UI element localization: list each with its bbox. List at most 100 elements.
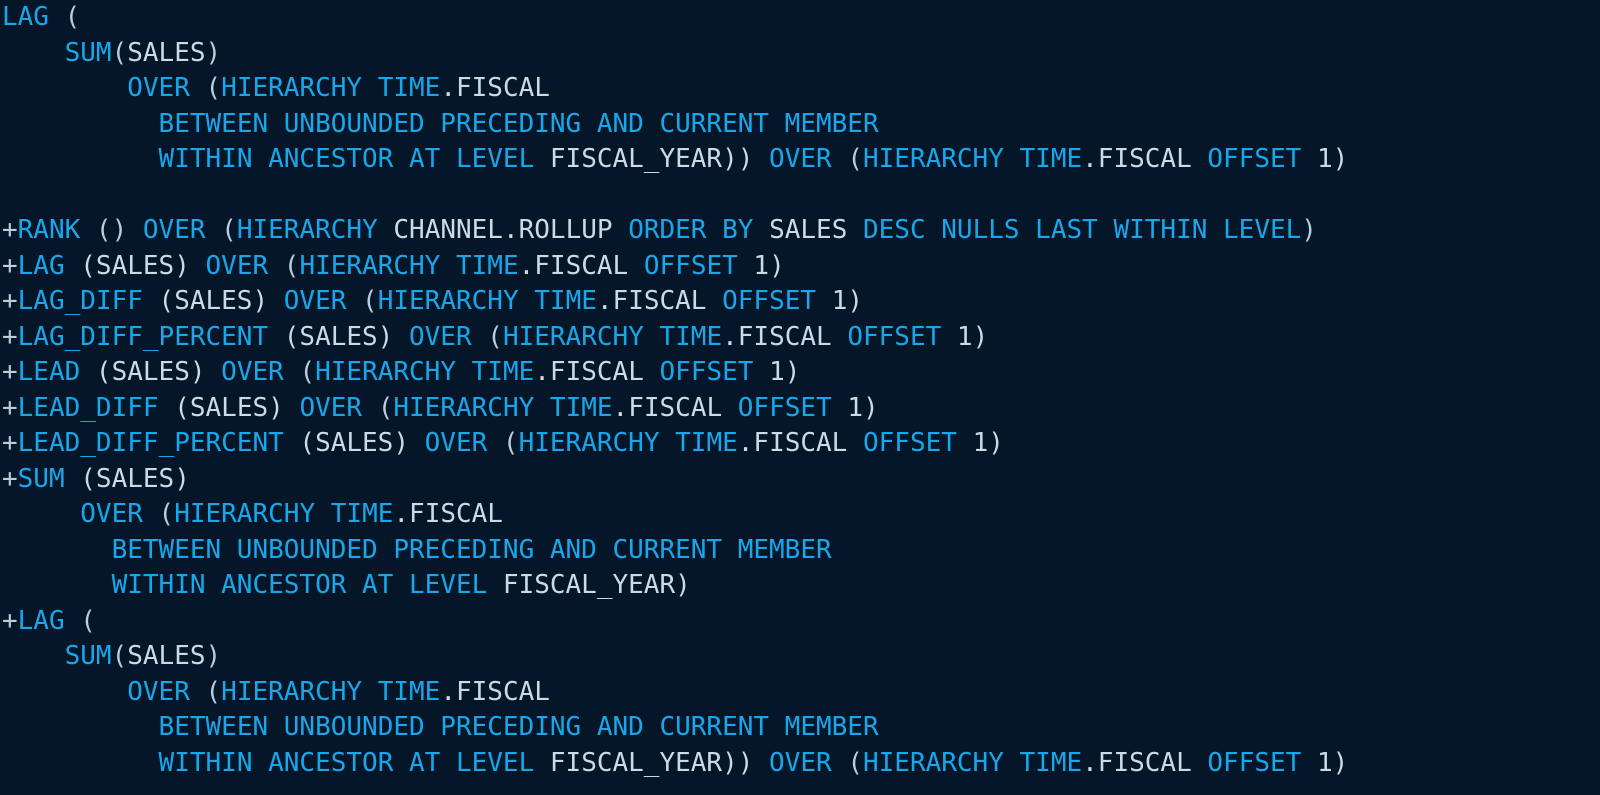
code-token-identifier: .FISCAL [440, 676, 550, 707]
code-token-keyword: OFFSET [643, 250, 738, 281]
code-line[interactable]: WITHIN ANCESTOR AT LEVEL FISCAL_YEAR)) O… [0, 746, 1600, 782]
code-token-identifier: .FISCAL [596, 286, 707, 316]
code-token-keyword: HIERARCHY [377, 286, 519, 316]
code-token-keyword: OVER [127, 73, 190, 103]
code-token-punctuation [2, 570, 112, 600]
code-token-punctuation: ( [346, 286, 378, 316]
code-token-keyword: OVER [80, 499, 143, 529]
code-token-punctuation [706, 286, 722, 316]
code-token-punctuation [440, 251, 456, 281]
code-token-plus-marker: + [2, 605, 18, 636]
code-token-keyword: HIERARCHY [221, 676, 363, 707]
code-line[interactable]: +RANK () OVER (HIERARCHY CHANNEL.ROLLUP … [0, 213, 1600, 249]
code-token-identifier: .FISCAL [1082, 747, 1192, 778]
code-line[interactable]: OVER (HIERARCHY TIME.FISCAL [0, 71, 1600, 107]
code-token-keyword: SUM [17, 463, 65, 494]
code-token-keyword: LAG_DIFF [17, 286, 143, 316]
code-token-punctuation [519, 286, 535, 316]
code-token-keyword: TIME [330, 499, 394, 529]
code-token-punctuation [1004, 144, 1020, 174]
code-token-keyword: HIERARCHY [299, 250, 441, 281]
code-token-punctuation: ( [205, 215, 237, 245]
code-token-punctuation [534, 393, 550, 423]
code-token-identifier: (SALES) [64, 250, 206, 281]
code-token-identifier: (SALES) [142, 286, 284, 316]
code-token-keyword: RANK [17, 215, 81, 245]
code-token-identifier: .FISCAL [612, 392, 723, 423]
code-token-plus-marker: + [2, 250, 18, 281]
code-token-punctuation: ( [471, 321, 503, 352]
code-token-keyword: OFFSET [737, 392, 832, 423]
code-line[interactable]: LAG ( [0, 0, 1600, 36]
code-token-punctuation: ( [283, 357, 316, 387]
code-token-keyword: TIME [534, 286, 597, 316]
code-line[interactable]: BETWEEN UNBOUNDED PRECEDING AND CURRENT … [0, 533, 1600, 569]
code-token-plus-marker: + [2, 428, 18, 458]
code-line[interactable]: SUM(SALES) [0, 639, 1600, 675]
code-token-number: 1) [956, 428, 1004, 458]
code-token-keyword: OFFSET [659, 357, 754, 387]
code-token-identifier: SALES [127, 37, 206, 68]
code-token-punctuation [2, 748, 159, 778]
code-line[interactable]: +LAG_DIFF_PERCENT (SALES) OVER (HIERARCH… [0, 320, 1600, 356]
code-token-keyword: OVER [409, 321, 472, 352]
code-line[interactable]: OVER (HIERARCHY TIME.FISCAL [0, 675, 1600, 711]
code-line[interactable]: +LEAD (SALES) OVER (HIERARCHY TIME.FISCA… [0, 355, 1600, 391]
code-line[interactable]: BETWEEN UNBOUNDED PRECEDING AND CURRENT … [0, 710, 1600, 746]
code-token-keyword: TIME [471, 357, 535, 387]
code-token-punctuation [2, 73, 127, 103]
code-token-identifier: SALES [753, 215, 863, 245]
code-token-keyword: HIERARCHY [502, 321, 644, 352]
code-token-punctuation [2, 144, 159, 174]
code-token-keyword: WITHIN ANCESTOR AT LEVEL [111, 570, 488, 600]
code-token-punctuation [315, 499, 331, 529]
code-line[interactable]: +LAG_DIFF (SALES) OVER (HIERARCHY TIME.F… [0, 284, 1600, 320]
code-token-keyword: OVER [424, 428, 488, 458]
code-token-keyword: LAG_DIFF_PERCENT [17, 321, 269, 352]
code-token-keyword: ORDER BY [628, 215, 754, 245]
code-token-punctuation: ( [189, 676, 222, 707]
code-token-punctuation [2, 712, 159, 742]
code-token-punctuation [2, 109, 159, 139]
code-token-number: 1) [753, 357, 801, 387]
code-line[interactable]: +LEAD_DIFF (SALES) OVER (HIERARCHY TIME.… [0, 391, 1600, 427]
code-token-identifier: (SALES) [268, 321, 409, 352]
code-token-punctuation: ) [205, 641, 222, 671]
code-token-number: 1) [737, 250, 785, 281]
code-token-keyword: LEAD_DIFF [17, 392, 159, 423]
code-token-punctuation: ( [362, 392, 394, 423]
code-line[interactable]: +LEAD_DIFF_PERCENT (SALES) OVER (HIERARC… [0, 426, 1600, 462]
code-token-keyword: LAG [17, 605, 65, 636]
code-token-keyword: OFFSET [1207, 747, 1302, 778]
code-token-keyword: LAG [2, 2, 49, 32]
code-token-punctuation: () [80, 215, 143, 245]
code-token-punctuation [362, 73, 378, 103]
code-token-keyword: HIERARCHY [393, 392, 535, 423]
code-token-punctuation [2, 677, 127, 707]
code-token-punctuation: ( [189, 73, 222, 103]
code-line[interactable]: +LAG ( [0, 604, 1600, 640]
code-line[interactable]: WITHIN ANCESTOR AT LEVEL FISCAL_YEAR)) O… [0, 142, 1600, 178]
code-line[interactable]: SUM(SALES) [0, 36, 1600, 72]
code-line[interactable]: +SUM (SALES) [0, 462, 1600, 498]
code-token-punctuation [832, 322, 848, 352]
code-token-identifier: FISCAL_YEAR)) [534, 747, 754, 778]
code-line[interactable]: OVER (HIERARCHY TIME.FISCAL [0, 497, 1600, 533]
code-line[interactable]: BETWEEN UNBOUNDED PRECEDING AND CURRENT … [0, 107, 1600, 143]
code-line[interactable]: +LAG (SALES) OVER (HIERARCHY TIME.FISCAL… [0, 249, 1600, 285]
code-token-plus-marker: + [2, 357, 18, 387]
code-token-keyword: LAG [17, 250, 65, 281]
code-token-identifier: SALES [127, 641, 206, 671]
code-token-number: 1) [941, 321, 989, 352]
code-token-punctuation [1004, 748, 1020, 778]
code-token-keyword: WITHIN ANCESTOR AT LEVEL [158, 747, 535, 778]
code-line[interactable]: WITHIN ANCESTOR AT LEVEL FISCAL_YEAR) [0, 568, 1600, 604]
code-token-punctuation: ( [831, 747, 863, 778]
code-token-punctuation [753, 748, 769, 778]
code-snippet-viewer[interactable]: LAG ( SUM(SALES) OVER (HIERARCHY TIME.FI… [0, 0, 1600, 795]
code-token-punctuation: ) [205, 37, 222, 68]
code-token-keyword: TIME [377, 73, 441, 103]
code-token-identifier: .FISCAL [737, 428, 848, 458]
code-token-keyword: BETWEEN UNBOUNDED PRECEDING AND CURRENT … [158, 108, 879, 139]
